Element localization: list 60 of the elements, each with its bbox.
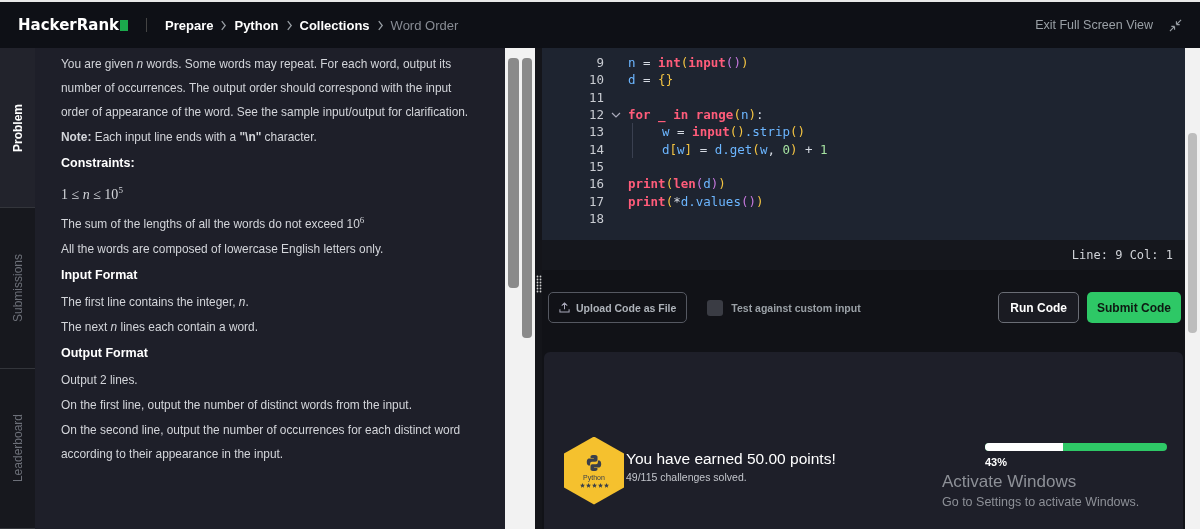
python-logo-icon — [585, 453, 603, 472]
line-number: 15 — [587, 158, 604, 174]
problem-text: The next n lines each contain a word. — [61, 318, 259, 336]
activation-notice-text: Go to Settings to activate Windows. — [942, 495, 1140, 509]
section-heading: Input Format — [61, 266, 139, 284]
line-number: 11 — [587, 89, 604, 105]
constraint-formula: 1 ≤ n ≤ 10$^{5}$ — [61, 184, 124, 204]
problem-text: On the second line, output the number of occurrences for each distinct word according to their appearance in the input. — [61, 421, 462, 463]
problem-text: You are given n words. Some words may repeat. For each word, output its number of occurrences. The output order should correspond with the input order of appearance of the word. See the sample input/output for clarification. — [61, 56, 469, 121]
problem-text: Note: Each input line ends with a "\n" character. — [61, 129, 318, 146]
scrollbar-thumb[interactable] — [508, 58, 519, 288]
problem-text: The sum of the lengths of all the words do not exceed 10$^{6}$ — [61, 213, 366, 233]
breadcrumb-link[interactable]: Prepare — [165, 17, 214, 33]
problem-text: Output 2 lines. — [61, 371, 139, 389]
code-line: print(len(d)) — [628, 176, 726, 192]
line-number: 12 — [587, 107, 604, 123]
scrollbar-thumb[interactable] — [521, 58, 532, 338]
fold-caret-icon[interactable] — [611, 111, 621, 118]
problem-text: All the words are composed of lowercase English letters only. — [61, 240, 385, 258]
chevron-icon — [376, 19, 384, 31]
code-editor[interactable]: 9 n = int(input()) 10 d = {} 11 12 for _ in range(n): 13 w = input().strip() 14 d[w] = d.get(w, 0) + 1 15 16 print(len(d)) 17 print(*d.values()) 18 Line: 9 Col: 1 — [542, 48, 1185, 270]
line-number: 14 — [587, 141, 604, 157]
points-message: You have earned 50.00 points! — [626, 450, 836, 468]
code-line: d[w] = d.get(w, 0) + 1 — [662, 141, 828, 157]
activation-notice-title: Activate Windows — [942, 472, 1078, 492]
code-line: print(*d.values()) — [628, 193, 764, 209]
progress-percent: 43% — [985, 456, 1009, 468]
code-line: d = {} — [628, 72, 674, 88]
run-code-button[interactable]: Run Code — [998, 292, 1079, 323]
scrollbar-thumb[interactable] — [1188, 133, 1197, 333]
checkbox-label: Test against custom input — [731, 301, 861, 314]
chevron-icon — [285, 19, 293, 31]
challenges-count: 49/115 challenges solved. — [626, 471, 748, 483]
code-line: w = input().strip() — [662, 124, 806, 140]
submit-code-button[interactable]: Submit Code — [1087, 292, 1181, 323]
breadcrumb-link[interactable]: Collections — [299, 17, 370, 33]
upload-icon — [559, 302, 570, 313]
checkbox[interactable] — [707, 299, 724, 316]
code-line: for _ in range(n): — [628, 107, 764, 123]
cursor-position: Line: 9 Col: 1 — [1071, 248, 1173, 262]
breadcrumb-link[interactable]: Word Order — [390, 17, 459, 33]
logo[interactable]: HackerRank — [18, 16, 129, 34]
line-number: 13 — [587, 124, 604, 140]
collapse-icon[interactable] — [1169, 18, 1182, 32]
exit-full-screen-link[interactable]: Exit Full Screen View — [1035, 18, 1153, 32]
problem-text: On the first line, output the number of distinct words from the input. — [61, 396, 413, 414]
line-number: 17 — [587, 193, 604, 209]
breadcrumb-link[interactable]: Python — [234, 17, 279, 33]
line-number: 10 — [587, 72, 604, 88]
drag-handle-icon[interactable] — [535, 274, 542, 293]
line-number: 18 — [587, 210, 604, 226]
section-heading: Output Format — [61, 344, 149, 362]
section-heading: Constraints: — [61, 155, 136, 172]
upload-button[interactable]: Upload Code as File — [548, 292, 688, 323]
line-number: 16 — [587, 176, 604, 192]
side-tab[interactable]: Problem — [0, 48, 35, 209]
chevron-icon — [220, 19, 228, 31]
line-number: 9 — [595, 55, 604, 71]
problem-text: The first line contains the integer, n. — [61, 293, 250, 311]
code-line: n = int(input()) — [628, 55, 749, 71]
